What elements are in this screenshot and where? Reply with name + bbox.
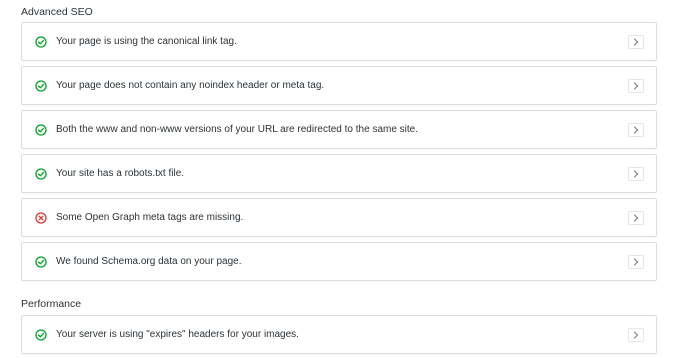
expand-button[interactable] [628, 327, 644, 342]
check-circle-icon [35, 255, 47, 268]
check-circle-icon [35, 79, 47, 92]
audit-item-robots-txt[interactable]: Your site has a robots.txt file. [21, 154, 657, 193]
check-circle-icon [35, 167, 47, 180]
expand-button[interactable] [628, 78, 644, 93]
section-title-performance: Performance [21, 298, 82, 310]
expand-button[interactable] [628, 166, 644, 181]
expand-button[interactable] [628, 254, 644, 269]
audit-item-text: Your page does not contain any noindex h… [56, 80, 325, 91]
chevron-right-icon [633, 330, 639, 339]
expand-button[interactable] [628, 34, 644, 49]
x-circle-icon [35, 211, 47, 224]
audit-item-schema-org[interactable]: We found Schema.org data on your page. [21, 242, 657, 281]
audit-item-text: Both the www and non-www versions of you… [56, 124, 419, 135]
expand-button[interactable] [628, 122, 644, 137]
audit-item-expires-headers[interactable]: Your server is using "expires" headers f… [21, 315, 657, 354]
audit-item-text: Your page is using the canonical link ta… [56, 36, 237, 47]
audit-item-text: Your site has a robots.txt file. [56, 168, 185, 179]
expand-button[interactable] [628, 210, 644, 225]
chevron-right-icon [633, 81, 639, 90]
audit-item-text: Your server is using "expires" headers f… [56, 329, 299, 340]
check-circle-icon [35, 328, 47, 341]
check-circle-icon [35, 123, 47, 136]
section-title-advanced-seo: Advanced SEO [21, 6, 93, 18]
audit-item-canonical[interactable]: Your page is using the canonical link ta… [21, 22, 657, 61]
audit-item-text: We found Schema.org data on your page. [56, 256, 242, 267]
chevron-right-icon [633, 125, 639, 134]
audit-item-open-graph[interactable]: Some Open Graph meta tags are missing. [21, 198, 657, 237]
chevron-right-icon [633, 257, 639, 266]
seo-audit-page: Advanced SEO Your page is using the cano… [0, 0, 680, 358]
chevron-right-icon [633, 169, 639, 178]
chevron-right-icon [633, 37, 639, 46]
check-circle-icon [35, 35, 47, 48]
audit-item-www-redirect[interactable]: Both the www and non-www versions of you… [21, 110, 657, 149]
audit-item-text: Some Open Graph meta tags are missing. [56, 212, 244, 223]
chevron-right-icon [633, 213, 639, 222]
audit-item-noindex[interactable]: Your page does not contain any noindex h… [21, 66, 657, 105]
